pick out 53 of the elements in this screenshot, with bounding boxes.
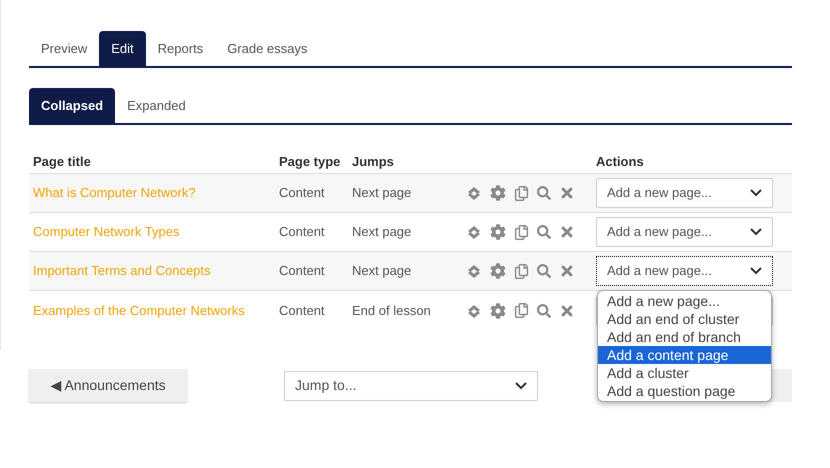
previous-activity-button[interactable]: ◀ Announcements xyxy=(29,369,187,402)
chevron-down-icon xyxy=(750,189,762,197)
table-cell-text: Content xyxy=(279,302,326,320)
gear-icon[interactable] xyxy=(490,224,506,240)
copy-icon[interactable] xyxy=(514,303,529,318)
dropdown-option[interactable]: Add a cluster xyxy=(598,364,771,382)
move-icon[interactable] xyxy=(466,302,482,318)
gear-icon[interactable] xyxy=(490,302,506,318)
search-icon[interactable] xyxy=(537,225,551,239)
delete-icon[interactable] xyxy=(559,224,575,240)
gear-icon[interactable] xyxy=(490,185,506,201)
add-page-select[interactable]: Add a new page... xyxy=(596,217,773,247)
chevron-down-icon xyxy=(750,228,762,236)
search-icon[interactable] xyxy=(537,264,551,278)
column-header: Actions xyxy=(596,152,644,171)
copy-icon[interactable] xyxy=(514,264,529,278)
search-icon[interactable] xyxy=(537,186,551,200)
add-page-select[interactable]: Add a new page... xyxy=(596,178,773,208)
tab[interactable]: Grade essays xyxy=(215,31,320,66)
tab[interactable]: Expanded xyxy=(115,88,198,123)
tab[interactable]: Edit xyxy=(99,31,146,66)
delete-icon[interactable] xyxy=(559,302,575,318)
dropdown-option[interactable]: Add an end of cluster xyxy=(598,310,771,328)
jump-to-select[interactable]: Jump to... xyxy=(284,370,538,400)
copy-icon[interactable] xyxy=(514,224,529,240)
table-cell-text: Next page xyxy=(352,262,412,280)
gear-icon[interactable] xyxy=(490,263,506,279)
move-icon[interactable] xyxy=(466,185,482,201)
table-cell-text: Next page xyxy=(352,223,412,242)
chevron-down-icon xyxy=(515,382,527,390)
table-cell-text: End of lesson xyxy=(352,302,432,320)
dropdown-option[interactable]: Add a new page... xyxy=(598,292,771,310)
delete-icon[interactable] xyxy=(559,185,575,201)
tab[interactable]: Collapsed xyxy=(29,88,116,123)
table-cell-text: Content xyxy=(279,223,326,242)
dropdown-option[interactable]: Add a content page xyxy=(598,346,771,364)
column-header: Page type xyxy=(279,152,342,171)
search-icon[interactable] xyxy=(537,304,551,318)
table-cell-text: Next page xyxy=(352,184,412,202)
tab[interactable]: Preview xyxy=(29,31,100,66)
table-cell-text: Content xyxy=(279,184,326,202)
move-icon[interactable] xyxy=(466,224,482,240)
table-cell-text: Content xyxy=(279,262,326,280)
tab[interactable]: Reports xyxy=(146,31,216,66)
move-icon[interactable] xyxy=(466,263,482,279)
dropdown-option[interactable]: Add an end of branch xyxy=(598,328,771,346)
dropdown-option[interactable]: Add a question page xyxy=(598,382,771,400)
delete-icon[interactable] xyxy=(559,263,575,279)
chevron-down-icon xyxy=(750,267,762,275)
column-header: Page title xyxy=(33,152,92,171)
copy-icon[interactable] xyxy=(514,186,529,200)
add-page-select[interactable]: Add a new page... xyxy=(596,256,773,286)
column-header: Jumps xyxy=(352,152,395,171)
